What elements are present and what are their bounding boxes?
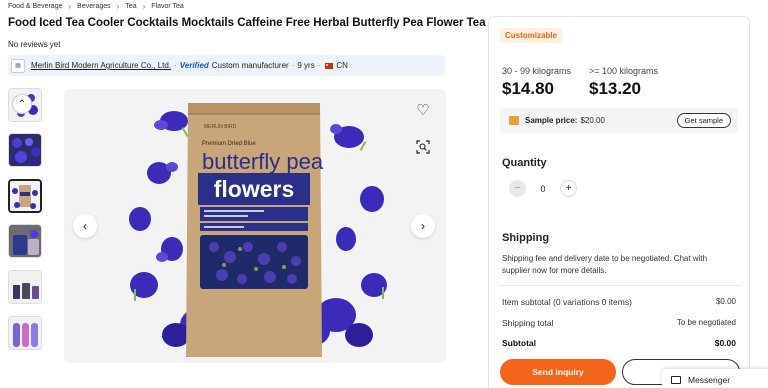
separator-dot: · [291,61,295,70]
breadcrumb-item[interactable]: Flavor Tea [151,3,184,10]
sample-price-value: $20.00 [580,116,605,125]
reviews-status: No reviews yet [8,40,61,49]
chevron-right-icon: › [68,2,72,11]
svg-text:butterfly pea: butterfly pea [202,149,324,174]
breadcrumb: Food & Beverage › Beverages › Tea › Flav… [8,2,184,11]
sample-price-label: Sample price: [525,116,578,125]
supplier-logo: ▦ [11,58,25,73]
thumbnail-5[interactable] [8,270,42,304]
breadcrumb-item[interactable]: Food & Beverage [8,3,62,10]
shipping-total-value: To be negotiated [676,318,736,327]
supplier-bar: ▦ Merlin Bird Modern Agriculture Co., Lt… [8,55,445,76]
breadcrumb-item[interactable]: Tea [125,3,136,10]
tier-quantity: 30 - 99 kilograms [502,66,572,76]
item-subtotal-value: $0.00 [715,297,736,306]
subtotal-label: Subtotal [502,338,536,348]
messenger-button[interactable]: Messenger [662,369,768,388]
thumbnail-3[interactable] [8,179,42,213]
verified-badge[interactable]: Verified [180,61,209,70]
quantity-stepper: − 0 + [509,180,577,197]
svg-text:MERLIN BIRD: MERLIN BIRD [204,124,237,130]
tier-quantity: >= 100 kilograms [589,66,659,76]
item-subtotal-row: Item subtotal (0 variations 0 items) $0.… [502,297,736,307]
supplier-type: Custom manufacturer [211,61,289,70]
product-image: MERLIN BIRD Premium Dried Blue butterfly… [64,89,446,363]
chat-bubble-icon [671,376,681,384]
decrement-button[interactable]: − [509,180,526,197]
chevron-up-icon[interactable]: ⌃ [12,94,32,114]
tier-price: $13.20 [589,79,641,98]
sample-box-icon [509,116,519,125]
page-title: Food Iced Tea Cooler Cocktails Mocktails… [8,17,486,29]
chevron-right-icon: › [142,2,146,11]
image-search-icon[interactable] [408,134,438,160]
supplier-country: CN [336,61,348,70]
product-image-gallery[interactable]: MERLIN BIRD Premium Dried Blue butterfly… [64,89,446,363]
messenger-label: Messenger [688,375,731,385]
subtotal-row: Subtotal $0.00 [502,338,736,348]
get-sample-button[interactable]: Get sample [676,113,731,128]
shipping-heading: Shipping [502,232,550,244]
sample-price-bar: Sample price: $20.00 Get sample [500,108,738,133]
svg-text:flowers: flowers [214,176,295,202]
quantity-value[interactable]: 0 [534,184,552,194]
gallery-prev-button[interactable]: ‹ [73,214,97,238]
thumbnail-6[interactable] [8,316,42,350]
gallery-next-button[interactable]: › [411,214,435,238]
svg-text:Premium Dried Blue: Premium Dried Blue [202,141,256,147]
separator-dot: · [174,61,177,70]
send-inquiry-button[interactable]: Send inquiry [500,359,616,385]
shipping-total-label: Shipping total [502,318,554,328]
tier-price: $14.80 [502,79,554,98]
subtotal-value: $0.00 [714,338,736,348]
chevron-right-icon: › [116,2,120,11]
quantity-heading: Quantity [502,157,547,169]
shipping-total-row: Shipping total To be negotiated [502,318,736,328]
china-flag-icon [325,62,334,69]
customizable-badge: Customizable [500,28,563,43]
supplier-years: 9 yrs [297,61,315,70]
breadcrumb-item[interactable]: Beverages [77,3,110,10]
shipping-note: Shipping fee and delivery date to be neg… [502,254,708,275]
heart-icon[interactable]: ♡ [408,97,438,123]
increment-button[interactable]: + [560,180,577,197]
item-subtotal-label: Item subtotal (0 variations 0 items) [502,297,632,307]
thumbnail-4[interactable] [8,224,42,258]
divider [500,285,740,286]
supplier-name-link[interactable]: Merlin Bird Modern Agriculture Co., Ltd. [31,61,171,70]
thumbnail-2[interactable] [8,133,42,167]
separator-dot: · [317,61,321,70]
